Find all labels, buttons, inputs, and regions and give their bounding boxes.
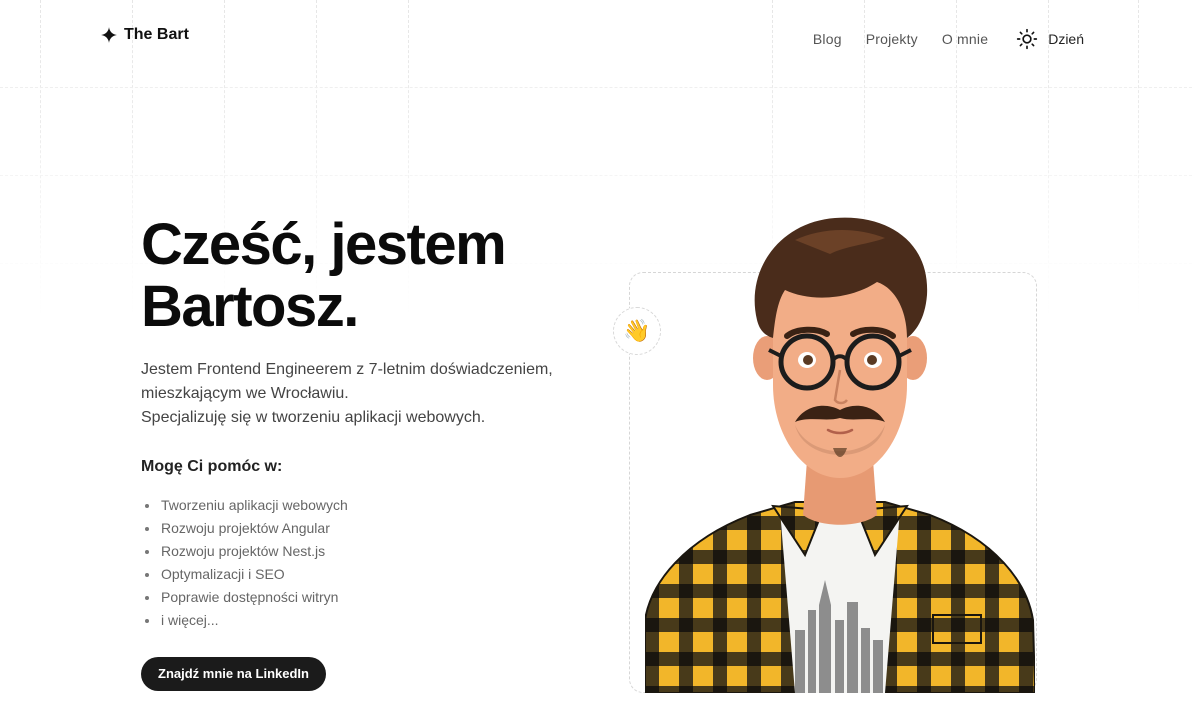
list-item: Tworzeniu aplikacji webowych	[145, 494, 601, 517]
hero-intro-line2: mieszkającym we Wrocławiu.	[141, 385, 349, 402]
hero-intro-line1: Jestem Frontend Engineerem z 7-letnim do…	[141, 361, 553, 378]
hero-title-line2: Bartosz.	[141, 274, 359, 339]
hero-title: Cześć, jestem Bartosz.	[141, 214, 601, 338]
hero-intro-line3: Specjalizuję się w tworzeniu aplikacji w…	[141, 409, 486, 426]
waving-hand-icon: 👋	[613, 307, 661, 355]
hero-intro: Jestem Frontend Engineerem z 7-letnim do…	[141, 358, 601, 430]
nav-item-o-mnie[interactable]: O mnie	[942, 31, 988, 47]
theme-toggle-label: Dzień	[1048, 31, 1084, 47]
hero-title-line1: Cześć, jestem	[141, 212, 507, 277]
avatar-illustration	[645, 210, 1035, 693]
help-list: Tworzeniu aplikacji webowych Rozwoju pro…	[141, 494, 601, 632]
brand-name: The Bart	[124, 26, 189, 43]
list-item: Rozwoju projektów Nest.js	[145, 540, 601, 563]
main-nav: Blog Projekty O mnie Dzień	[813, 28, 1084, 50]
list-item: Rozwoju projektów Angular	[145, 517, 601, 540]
theme-toggle-button[interactable]: Dzień	[1016, 28, 1084, 50]
sparkle-icon	[100, 26, 118, 44]
hero-section: Cześć, jestem Bartosz. Jestem Frontend E…	[141, 214, 601, 691]
list-item: i więcej...	[145, 609, 601, 632]
nav-item-projekty[interactable]: Projekty	[866, 31, 918, 47]
sun-icon	[1016, 28, 1038, 50]
list-item: Optymalizacji i SEO	[145, 563, 601, 586]
help-title: Mogę Ci pomóc w:	[141, 458, 283, 475]
list-item: Poprawie dostępności witryn	[145, 586, 601, 609]
site-header: The Bart Blog Projekty O mnie Dzień	[0, 0, 1192, 76]
brand-logo-link[interactable]: The Bart	[100, 26, 189, 44]
linkedin-button[interactable]: Znajdź mnie na LinkedIn	[141, 657, 326, 691]
nav-item-blog[interactable]: Blog	[813, 31, 842, 47]
